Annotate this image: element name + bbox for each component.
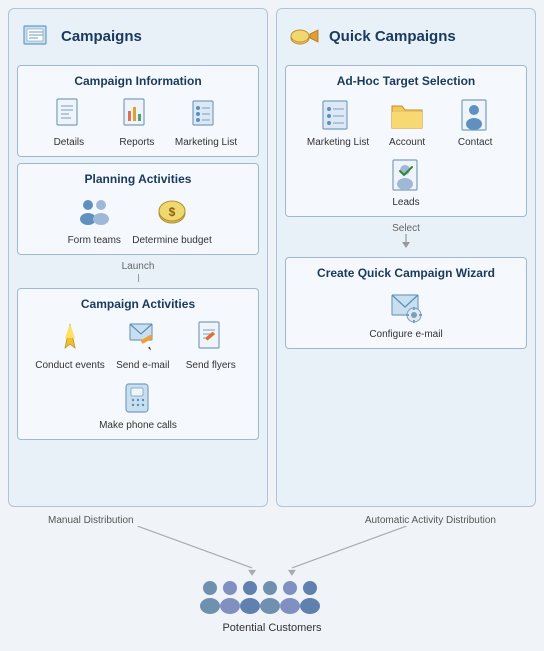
make-phone-calls-item: Make phone calls — [99, 379, 177, 431]
send-flyers-label: Send flyers — [186, 360, 236, 371]
campaigns-title: Campaigns — [61, 28, 142, 45]
auto-distribution-label: Automatic Activity Distribution — [365, 515, 496, 526]
planning-activities-box: Planning Activities — [17, 163, 259, 255]
manual-distribution-label: Manual Distribution — [48, 515, 134, 526]
reports-icon — [118, 96, 156, 134]
marketing-list-icon — [187, 96, 225, 134]
adhoc-contact-label: Contact — [458, 137, 492, 148]
customers-group-icon — [192, 576, 352, 620]
determine-budget-item: $ Determine budget — [132, 194, 212, 246]
reports-item: Reports — [107, 96, 167, 148]
send-flyers-icon — [192, 319, 230, 357]
conduct-events-label: Conduct events — [35, 360, 105, 371]
campaign-activities-icons: Conduct events — [26, 319, 250, 431]
details-icon — [50, 96, 88, 134]
bottom-section: Manual Distribution Automatic Activity D… — [8, 513, 536, 643]
adhoc-target-title: Ad-Hoc Target Selection — [294, 74, 518, 88]
customers-icons — [192, 576, 352, 620]
make-phone-calls-label: Make phone calls — [99, 420, 177, 431]
adhoc-leads-item: Leads — [376, 156, 436, 208]
adhoc-mktlist-icon — [319, 96, 357, 134]
quick-campaigns-header: Quick Campaigns — [285, 17, 527, 59]
main-container: Campaigns Campaign Information — [0, 0, 544, 651]
details-item: Details — [39, 96, 99, 148]
adhoc-account-icon — [388, 96, 426, 134]
configure-email-icon — [387, 288, 425, 326]
reports-label: Reports — [119, 137, 154, 148]
svg-text:$: $ — [169, 205, 176, 219]
top-section: Campaigns Campaign Information — [8, 8, 536, 507]
left-column: Campaigns Campaign Information — [8, 8, 268, 507]
campaigns-icon — [17, 17, 55, 55]
conduct-events-icon — [51, 319, 89, 357]
adhoc-icons: Marketing List Account — [294, 96, 518, 208]
form-teams-label: Form teams — [68, 235, 121, 246]
configure-email-item: Configure e-mail — [369, 288, 442, 340]
wizard-icons: Configure e-mail — [294, 288, 518, 340]
marketing-list-label: Marketing List — [175, 137, 237, 148]
adhoc-leads-icon — [387, 156, 425, 194]
adhoc-account-label: Account — [389, 137, 425, 148]
adhoc-mktlist-item: Marketing List — [307, 96, 369, 148]
adhoc-mktlist-label: Marketing List — [307, 137, 369, 148]
campaigns-header: Campaigns — [17, 17, 259, 59]
marketing-list-item: Marketing List — [175, 96, 237, 148]
campaign-information-box: Campaign Information — [17, 65, 259, 157]
launch-label: Launch — [17, 261, 259, 282]
form-teams-item: Form teams — [64, 194, 124, 246]
send-email-label: Send e-mail — [116, 360, 169, 371]
campaign-activities-title: Campaign Activities — [26, 297, 250, 311]
conduct-events-item: Conduct events — [35, 319, 105, 371]
campaign-info-icons: Details Reports — [26, 96, 250, 148]
determine-budget-icon: $ — [153, 194, 191, 232]
send-email-icon — [124, 319, 162, 357]
adhoc-leads-label: Leads — [392, 197, 419, 208]
select-label: Select — [285, 223, 527, 251]
customers-label: Potential Customers — [222, 622, 321, 634]
form-teams-icon — [75, 194, 113, 232]
send-flyers-item: Send flyers — [181, 319, 241, 371]
planning-icons: Form teams $ Determine budget — [26, 194, 250, 246]
adhoc-contact-item: Contact — [445, 96, 505, 148]
planning-title: Planning Activities — [26, 172, 250, 186]
quick-campaigns-icon — [285, 17, 323, 55]
quick-campaigns-title: Quick Campaigns — [329, 28, 456, 45]
campaign-activities-box: Campaign Activities Conduct events — [17, 288, 259, 440]
configure-email-label: Configure e-mail — [369, 329, 442, 340]
campaign-info-title: Campaign Information — [26, 74, 250, 88]
distribution-arrows — [8, 526, 536, 576]
send-email-item: Send e-mail — [113, 319, 173, 371]
create-wizard-title: Create Quick Campaign Wizard — [294, 266, 518, 280]
determine-budget-label: Determine budget — [132, 235, 212, 246]
customers-area: Potential Customers — [192, 576, 352, 634]
adhoc-target-box: Ad-Hoc Target Selection — [285, 65, 527, 217]
create-wizard-box: Create Quick Campaign Wizard — [285, 257, 527, 349]
adhoc-account-item: Account — [377, 96, 437, 148]
right-column: Quick Campaigns Ad-Hoc Target Selection — [276, 8, 536, 507]
details-label: Details — [54, 137, 85, 148]
distribution-labels: Manual Distribution Automatic Activity D… — [8, 515, 536, 526]
make-phone-calls-icon — [119, 379, 157, 417]
adhoc-contact-icon — [456, 96, 494, 134]
